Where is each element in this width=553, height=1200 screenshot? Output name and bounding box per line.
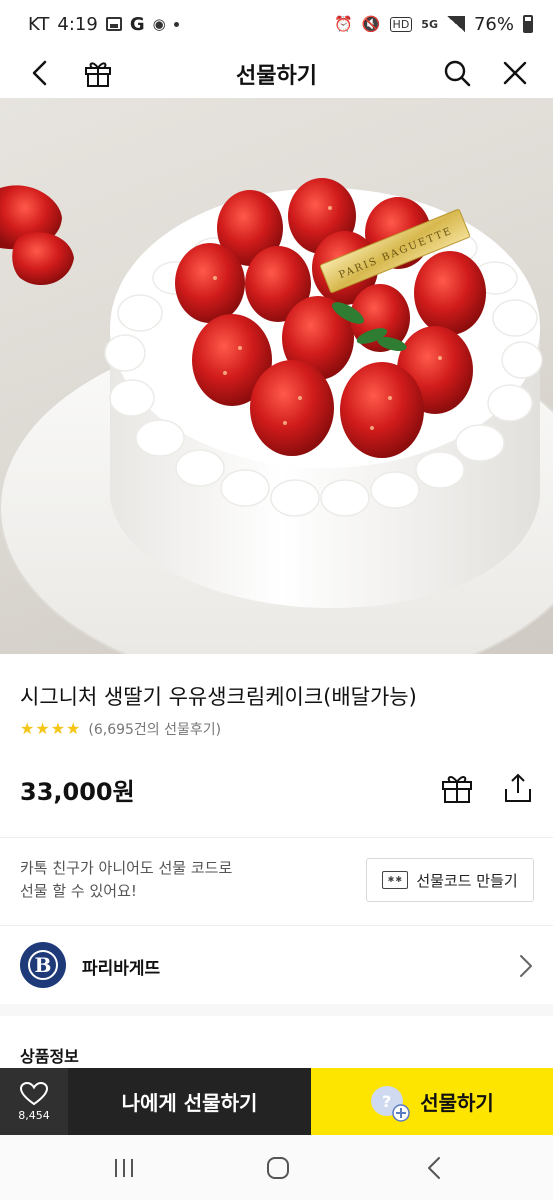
chevron-right-icon <box>514 952 536 980</box>
product-title: 시그니처 생딸기 우유생크림케이크(배달가능) <box>20 685 417 709</box>
star-icon: ★ <box>50 719 66 738</box>
search-icon <box>444 60 471 87</box>
svg-text:?: ? <box>382 1092 391 1111</box>
section-spacer <box>0 1004 553 1016</box>
carrier-label: KT <box>28 13 50 35</box>
signal-icon <box>446 16 465 32</box>
gift-box-icon <box>442 776 472 803</box>
send-gift-label: 선물하기 <box>420 1091 494 1115</box>
close-icon <box>503 61 527 85</box>
product-image[interactable]: PARIS BAGUETTE <box>0 98 553 654</box>
strawberry-cake-illustration: PARIS BAGUETTE <box>0 178 553 654</box>
share-button[interactable] <box>501 771 537 807</box>
recent-apps-button[interactable] <box>108 1153 140 1183</box>
hd-voice-icon: HD <box>389 16 413 32</box>
system-back-button[interactable] <box>418 1153 450 1183</box>
send-gift-button[interactable]: ? 선물하기 <box>311 1068 553 1135</box>
system-nav-bar <box>0 1135 553 1200</box>
more-notifications-icon <box>173 21 179 27</box>
chevron-left-icon <box>32 60 47 86</box>
gift-code-icon: ✱✱ <box>382 871 409 889</box>
star-rating: ★ ★ ★ ★ <box>20 721 80 737</box>
close-button[interactable] <box>498 56 532 90</box>
rating-row[interactable]: ★ ★ ★ ★ (6,695건의 선물후기) <box>20 719 221 739</box>
mute-icon: 🔇 <box>361 15 381 33</box>
search-button[interactable] <box>440 56 474 90</box>
brand-row[interactable]: B 파리바게뜨 <box>0 928 553 1004</box>
create-gift-code-label: 선물코드 만들기 <box>416 871 518 890</box>
review-count: (6,695건의 선물후기) <box>88 722 222 738</box>
brand-logo-letter: B <box>28 950 58 980</box>
home-icon <box>267 1157 289 1179</box>
gift-to-self-button[interactable]: 나에게 선물하기 <box>68 1068 311 1135</box>
gallery-notification-icon <box>105 17 122 31</box>
create-gift-code-button[interactable]: ✱✱ 선물코드 만들기 <box>366 858 534 902</box>
cast-notification-icon: ◉ <box>152 15 166 33</box>
status-left: KT 4:19 G ◉ <box>28 14 179 35</box>
brand-name: 파리바게뜨 <box>82 959 161 979</box>
divider <box>0 925 553 926</box>
back-button[interactable] <box>22 56 56 90</box>
gift-code-description: 카톡 친구가 아니어도 선물 코드로 선물 할 수 있어요! <box>20 859 233 900</box>
recent-apps-icon <box>115 1159 133 1177</box>
star-icon: ★ <box>20 719 35 738</box>
back-icon <box>428 1157 440 1179</box>
battery-level: 76% <box>473 13 514 35</box>
bottom-action-bar: 8,454 나에게 선물하기 ? 선물하기 <box>0 1068 553 1135</box>
status-bar: KT 4:19 G ◉ ⏰ 🔇 HD 5G 76% <box>0 0 553 48</box>
star-icon: ★ <box>66 719 81 738</box>
alarm-icon: ⏰ <box>334 15 353 33</box>
price: 33,000원 <box>20 778 135 806</box>
share-icon <box>505 773 531 802</box>
home-button[interactable] <box>262 1153 294 1183</box>
star-icon: ★ <box>35 719 50 738</box>
app-header: 선물하기 <box>0 48 553 98</box>
network-type-icon: 5G <box>421 17 438 31</box>
like-button[interactable]: 8,454 <box>0 1068 68 1135</box>
gift-wish-button[interactable] <box>440 771 476 807</box>
like-count: 8,454 <box>18 1108 50 1122</box>
battery-icon <box>523 15 533 33</box>
status-right: ⏰ 🔇 HD 5G 76% <box>334 14 533 35</box>
google-notification-icon: G <box>129 13 145 35</box>
clock: 4:19 <box>57 13 98 35</box>
heart-icon <box>20 1081 48 1105</box>
gift-box-icon <box>85 62 111 87</box>
divider <box>0 837 553 838</box>
select-friend-icon: ? <box>370 1084 410 1122</box>
brand-logo: B <box>20 942 66 988</box>
gift-home-button[interactable] <box>80 55 116 91</box>
section-title-product-info: 상품정보 <box>20 1047 79 1066</box>
